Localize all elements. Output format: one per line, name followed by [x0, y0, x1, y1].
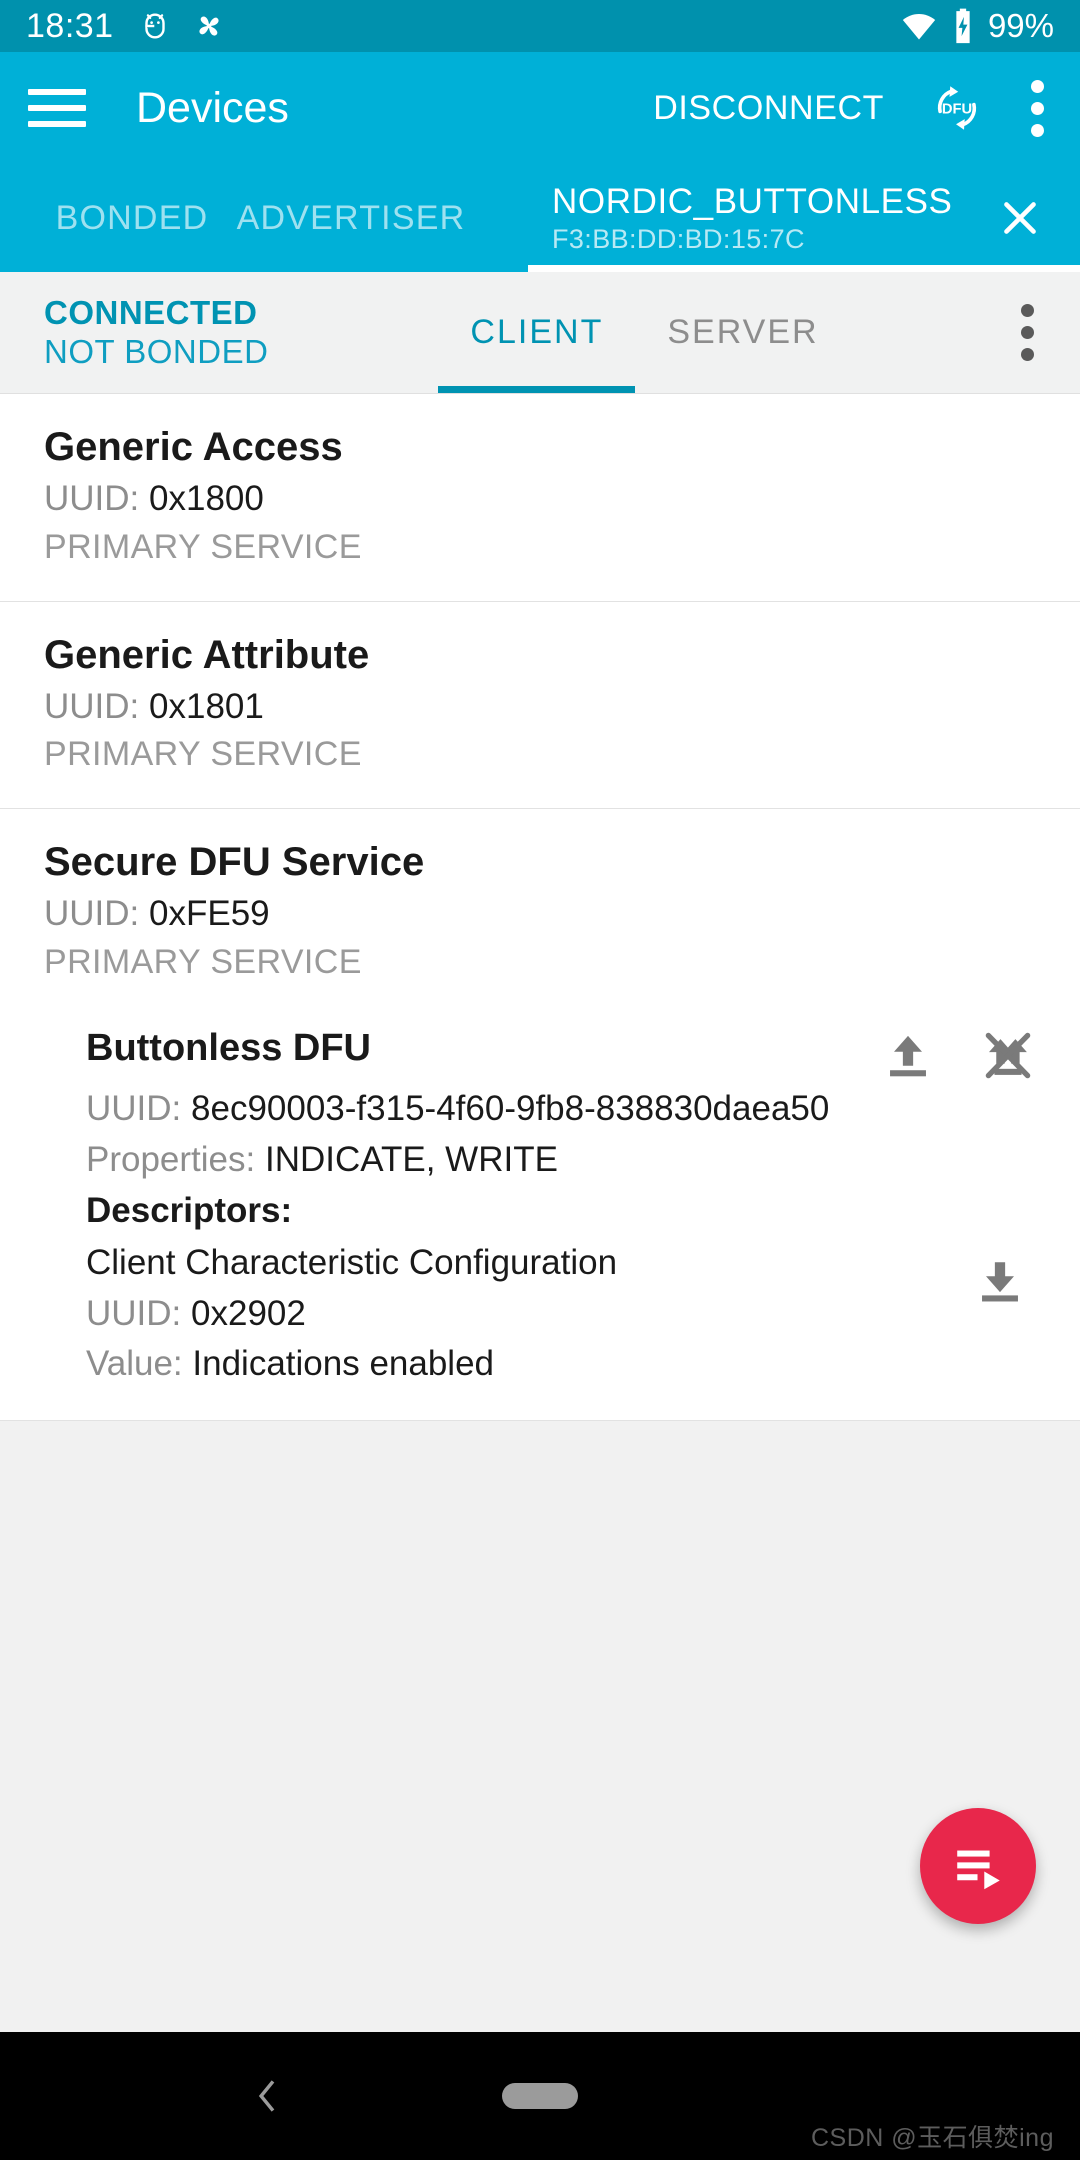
- system-navigation-bar: CSDN @玉石俱焚ing: [0, 2032, 1080, 2160]
- notifications-off-icon[interactable]: [980, 1028, 1036, 1084]
- playlist-play-icon: [949, 1837, 1007, 1895]
- service-uuid-label: UUID:: [44, 686, 140, 726]
- battery-percent-label: 99%: [987, 7, 1054, 44]
- overflow-menu-icon[interactable]: [1020, 304, 1034, 361]
- home-pill-icon[interactable]: [502, 2083, 578, 2109]
- characteristic-uuid-value: 8ec90003-f315-4f60-9fb8-838830daea50: [191, 1088, 830, 1128]
- status-clock: 18:31: [26, 6, 114, 45]
- tab-device-address: F3:BB:DD:BD:15:7C: [552, 223, 805, 254]
- characteristic-uuid-row: UUID: 8ec90003-f315-4f60-9fb8-838830daea…: [86, 1084, 1036, 1135]
- service-name: Secure DFU Service: [44, 840, 425, 885]
- app-bar-actions: DISCONNECT DFU: [653, 79, 1052, 137]
- characteristic-properties-value: INDICATE, WRITE: [264, 1139, 558, 1179]
- descriptor-uuid-label: UUID:: [86, 1293, 182, 1333]
- descriptor-text: Client Characteristic Configuration UUID…: [86, 1238, 972, 1390]
- download-icon[interactable]: [972, 1238, 1036, 1313]
- connection-state-label: CONNECTED: [44, 293, 258, 331]
- service-uuid-row: UUID: 0x1800: [44, 474, 1036, 525]
- characteristic-properties-row: Properties: INDICATE, WRITE: [86, 1135, 1036, 1186]
- descriptors-label: Descriptors:: [86, 1191, 293, 1231]
- hamburger-menu-icon[interactable]: [28, 85, 86, 131]
- characteristic-properties-label: Properties:: [86, 1139, 256, 1179]
- tab-device-name: NORDIC_BUTTONLESS: [552, 181, 953, 221]
- service-type-label: PRIMARY SERVICE: [44, 943, 362, 982]
- tab-device-text: NORDIC_BUTTONLESS F3:BB:DD:BD:15:7C: [552, 182, 952, 255]
- phone-screen: 18:31 99% Devices DISCONNECT DFU BONDED …: [0, 0, 1080, 2160]
- status-bar: 18:31 99%: [0, 0, 1080, 52]
- bond-state-label: NOT BONDED: [44, 332, 269, 370]
- service-type-label: PRIMARY SERVICE: [44, 735, 362, 774]
- service-uuid-label: UUID:: [44, 479, 140, 518]
- client-server-tabs: CLIENT SERVER: [438, 272, 850, 393]
- wifi-icon: [900, 7, 938, 45]
- tab-client[interactable]: CLIENT: [438, 272, 636, 393]
- battery-charging-icon: [950, 7, 976, 45]
- status-system-icons: 99%: [900, 7, 1054, 45]
- tab-device-nordic-buttonless[interactable]: NORDIC_BUTTONLESS F3:BB:DD:BD:15:7C: [528, 164, 1080, 272]
- descriptor-value-label: Value:: [86, 1344, 183, 1384]
- descriptor-uuid-value: 0x2902: [191, 1293, 306, 1333]
- service-uuid-value: 0x1801: [149, 686, 264, 726]
- tab-server[interactable]: SERVER: [635, 272, 850, 393]
- service-item[interactable]: Generic Access UUID: 0x1800 PRIMARY SERV…: [0, 394, 1080, 602]
- characteristic-action-icons: [880, 1024, 1036, 1084]
- connection-status-bar: CONNECTED NOT BONDED CLIENT SERVER: [0, 272, 1080, 394]
- service-type-label: PRIMARY SERVICE: [44, 527, 362, 566]
- android-debug-icon: [138, 9, 172, 43]
- log-fab-button[interactable]: [920, 1808, 1036, 1924]
- descriptor-name: Client Characteristic Configuration: [86, 1242, 618, 1282]
- disconnect-button[interactable]: DISCONNECT: [653, 89, 884, 128]
- descriptor-uuid-row: UUID: 0x2902: [86, 1289, 972, 1340]
- service-name: Generic Attribute: [44, 632, 370, 677]
- connection-state-group: CONNECTED NOT BONDED: [44, 294, 268, 372]
- app-bar: Devices DISCONNECT DFU: [0, 52, 1080, 164]
- services-list: Generic Access UUID: 0x1800 PRIMARY SERV…: [0, 394, 1080, 2032]
- back-chevron-icon[interactable]: [238, 2066, 298, 2126]
- characteristic-name: Buttonless DFU: [86, 1026, 371, 1069]
- characteristic-header: Buttonless DFU: [86, 1024, 1036, 1084]
- characteristic-uuid-label: UUID:: [86, 1088, 182, 1128]
- tab-advertiser[interactable]: ADVERTISER: [237, 164, 464, 272]
- upload-icon[interactable]: [880, 1028, 936, 1084]
- service-item[interactable]: Secure DFU Service UUID: 0xFE59 PRIMARY …: [0, 809, 1080, 998]
- service-item[interactable]: Generic Attribute UUID: 0x1801 PRIMARY S…: [0, 601, 1080, 810]
- close-icon[interactable]: [994, 192, 1046, 244]
- service-uuid-value: 0xFE59: [149, 894, 270, 934]
- pinwheel-icon: [192, 9, 226, 43]
- descriptor-value-value: Indications enabled: [192, 1344, 495, 1384]
- overflow-menu-icon[interactable]: [1030, 79, 1044, 137]
- page-title: Devices: [136, 83, 289, 132]
- characteristic-item[interactable]: Buttonless DFU UUID: 8ec90003-f315-4f60-…: [0, 997, 1080, 1422]
- dfu-icon[interactable]: DFU: [928, 79, 986, 137]
- descriptor-item[interactable]: Client Characteristic Configuration UUID…: [86, 1238, 1036, 1390]
- service-uuid-row: UUID: 0xFE59: [44, 889, 1036, 940]
- service-name: Generic Access: [44, 425, 343, 469]
- status-notification-icons: [138, 9, 226, 43]
- service-uuid-value: 0x1800: [149, 479, 264, 518]
- watermark-label: CSDN @玉石俱焚ing: [810, 2124, 1054, 2152]
- descriptor-value-row: Value: Indications enabled: [86, 1339, 972, 1390]
- tab-bonded[interactable]: BONDED: [0, 164, 250, 272]
- device-tab-strip: BONDED ADVERTISER NORDIC_BUTTONLESS F3:B…: [0, 164, 1080, 272]
- service-uuid-label: UUID:: [44, 894, 140, 934]
- svg-text:DFU: DFU: [942, 101, 972, 117]
- service-uuid-row: UUID: 0x1801: [44, 682, 1036, 733]
